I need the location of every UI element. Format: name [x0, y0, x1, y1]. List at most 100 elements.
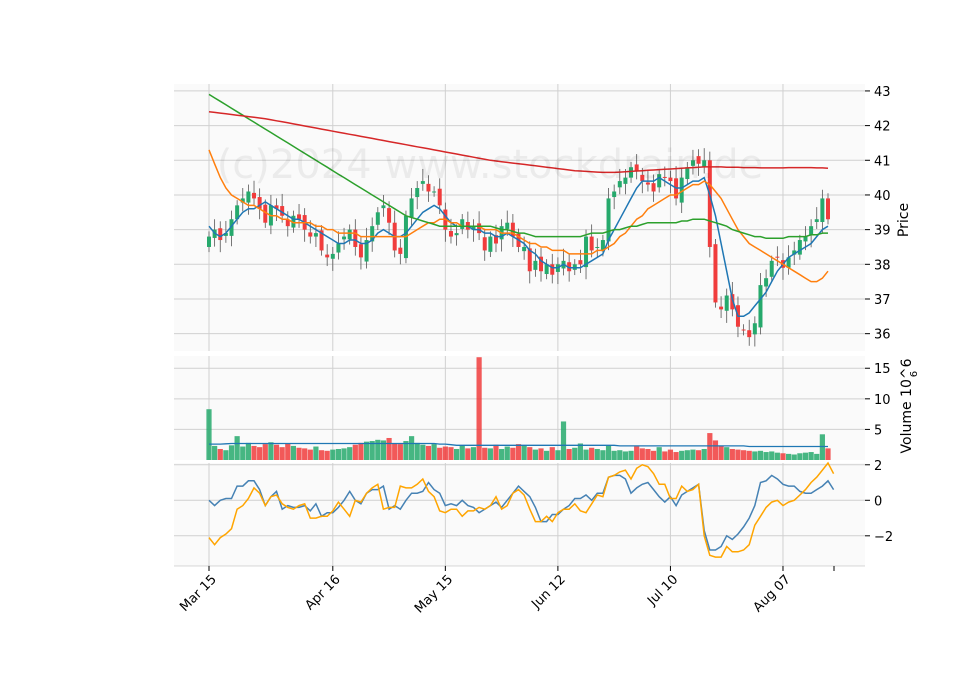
volume-bar [251, 445, 257, 460]
candle-body [381, 205, 386, 209]
volume-bar [223, 450, 229, 460]
volume-bar [527, 447, 533, 460]
volume-bar [521, 445, 527, 460]
volume-bar [746, 450, 752, 460]
volume-bar [442, 446, 448, 460]
candle-body [252, 192, 257, 199]
candle-body [713, 244, 718, 303]
candle-body [797, 240, 802, 255]
volume-bar [808, 452, 814, 460]
volume-bar [397, 444, 403, 460]
volume-bar [296, 447, 302, 460]
candle-body [342, 236, 347, 240]
candle-body [764, 278, 769, 287]
x-tick-label: Apr 16 [302, 572, 343, 613]
volume-bar [825, 448, 831, 460]
candle-body [550, 264, 555, 275]
volume-bar [470, 447, 477, 460]
volume-bar [780, 453, 786, 460]
volume-bar [212, 445, 218, 460]
volume-bar [797, 453, 803, 460]
volume-bar [695, 450, 702, 460]
volume-y-tick-label: 10 [874, 393, 891, 408]
candle-body [809, 226, 814, 236]
candle-body [387, 208, 392, 223]
volume-bar [645, 448, 651, 460]
volume-bar [324, 450, 330, 460]
candle-body [415, 188, 420, 198]
volume-bar [493, 444, 499, 460]
volume-bar [684, 450, 690, 460]
volume-bar [718, 445, 724, 460]
candle-body [460, 219, 465, 229]
candle-body [522, 246, 527, 252]
price-y-tick-label: 38 [874, 258, 891, 273]
volume-bar [752, 451, 758, 460]
volume-bar [206, 409, 212, 460]
candle-body [826, 198, 830, 220]
volume-bar [290, 445, 297, 460]
candle-body [432, 191, 437, 193]
candle-body [606, 198, 611, 242]
candle-body [482, 237, 487, 251]
volume-bar [437, 447, 443, 460]
candle-body [505, 222, 510, 229]
volume-bar [679, 450, 685, 460]
volume-bar [600, 450, 606, 460]
volume-bar [589, 447, 595, 460]
oscillator-y-tick-label: 0 [874, 494, 882, 509]
volume-bar [476, 357, 482, 460]
volume-bar [662, 451, 668, 460]
candle-body [595, 246, 600, 248]
candle-body [330, 253, 335, 259]
stock-chart: 363738394041424351015−2026Mar 15 Apr 16 Ma… [174, 84, 920, 616]
price-y-tick-label: 40 [874, 189, 891, 204]
candle-body [246, 191, 251, 203]
x-tick-label: Jul 10 [644, 572, 681, 609]
volume-bar [234, 436, 240, 460]
volume-bar [763, 452, 769, 460]
volume-bar [392, 443, 398, 460]
volume-bar [566, 448, 572, 460]
volume-bar [499, 448, 505, 460]
volume-bar [690, 449, 696, 460]
volume-bar [358, 442, 364, 460]
volume-bar [408, 436, 415, 460]
candle-body [719, 306, 724, 310]
volume-bar [347, 447, 353, 460]
volume-bar [285, 443, 291, 460]
volume-bar [459, 445, 465, 460]
candle-body [347, 229, 352, 240]
volume-bar [712, 440, 719, 460]
oscillator-y-tick-label: −2 [874, 530, 893, 545]
price-y-tick-label: 43 [874, 85, 891, 100]
volume-bar [611, 450, 617, 460]
price-y-tick-label: 39 [874, 224, 891, 239]
price-y-tick-label: 42 [874, 120, 891, 135]
volume-bar [605, 445, 612, 460]
candle-body [578, 260, 583, 265]
candle-body [533, 260, 538, 270]
candle-body [584, 236, 589, 268]
candle-body [747, 330, 752, 338]
volume-bar [318, 450, 325, 460]
candle-body [820, 198, 825, 223]
x-tick-label: Jun 12 [528, 572, 568, 612]
volume-bar [330, 449, 336, 460]
candle-body [769, 260, 774, 277]
volume-bar [515, 444, 522, 460]
volume-bar [757, 450, 764, 460]
volume-bar [228, 445, 235, 460]
candle-body [398, 247, 403, 254]
price-y-tick-label: 37 [874, 293, 891, 308]
volume-bar [701, 448, 707, 460]
candle-body [488, 236, 493, 252]
volume-axis-label: Volume 10^6 [899, 358, 915, 453]
volume-bar [454, 448, 460, 460]
volume-y-tick-label: 15 [874, 362, 891, 377]
volume-bar [729, 448, 735, 460]
volume-y-tick-label: 5 [874, 423, 882, 438]
volume-bar [273, 444, 280, 460]
volume-bar [617, 450, 623, 460]
candle-body [336, 243, 341, 253]
